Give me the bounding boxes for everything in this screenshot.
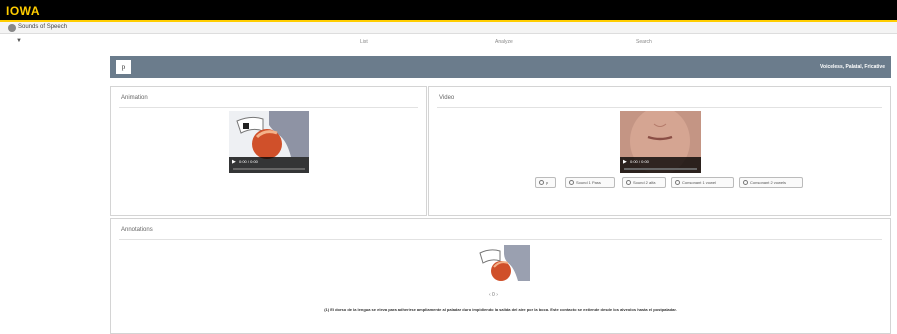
panel-divider <box>437 107 882 108</box>
panel-title-video: Video <box>439 95 455 101</box>
annotation-pager[interactable]: ‹ 0 › <box>489 292 498 298</box>
panel-divider <box>119 107 418 108</box>
player-controls: ▶ 0:00 / 0:00 <box>229 157 309 173</box>
app-logo-icon[interactable] <box>8 24 16 32</box>
annotations-panel: Annotations ‹ 0 › (1) El dorso de la len… <box>110 218 891 334</box>
audio-icon <box>626 180 631 186</box>
example-button[interactable]: Consonant 1 vowel <box>671 177 734 188</box>
sound-description: Voiceless, Palatal, Fricative <box>820 64 885 70</box>
nav-item-analyze[interactable]: Analyze <box>495 39 513 45</box>
panel-title-animation: Animation <box>121 95 148 101</box>
app-bar: Sounds of Speech <box>0 22 897 34</box>
video-panel: Video ▶ 0:00 / 0:00 p Sound 1 Pass Sound… <box>428 86 891 216</box>
player-controls: ▶ 0:00 / 0:00 <box>620 157 701 173</box>
example-button[interactable]: Sound 1 Pass <box>565 177 615 188</box>
sound-header: p Voiceless, Palatal, Fricative <box>110 56 891 78</box>
speaker-video-player[interactable]: ▶ 0:00 / 0:00 <box>620 111 701 173</box>
audio-icon <box>743 180 748 186</box>
nav-item-search[interactable]: Search <box>636 39 652 45</box>
player-time: 0:00 / 0:00 <box>239 159 258 164</box>
example-button[interactable]: Sound 2 alfa <box>622 177 666 188</box>
play-icon[interactable]: ▶ <box>623 159 627 165</box>
iowa-logo[interactable]: IOWA <box>6 4 40 18</box>
app-name[interactable]: Sounds of Speech <box>18 24 67 30</box>
panel-divider <box>119 239 882 240</box>
annotation-diagram <box>474 245 530 291</box>
example-button[interactable]: Consonant 2 vowels <box>739 177 803 188</box>
main-nav: ▼ List Analyze Search <box>0 36 897 48</box>
audio-icon <box>569 180 574 186</box>
animation-video-player[interactable]: ▶ 0:00 / 0:00 <box>229 111 309 173</box>
university-top-bar: IOWA <box>0 0 897 20</box>
audio-icon <box>675 180 680 186</box>
player-progress-bar[interactable] <box>624 168 697 170</box>
sound-symbol: p <box>116 60 131 74</box>
vocal-tract-diagram <box>474 245 530 291</box>
nav-item-list[interactable]: List <box>360 39 368 45</box>
animation-panel: Animation ▶ 0:00 / 0:00 <box>110 86 427 216</box>
example-button[interactable]: p <box>535 177 556 188</box>
player-progress-bar[interactable] <box>233 168 305 170</box>
annotation-caption: (1) El dorso de la lengua se eleva para … <box>324 307 677 312</box>
menu-caret-icon[interactable]: ▼ <box>16 38 22 44</box>
player-time: 0:00 / 0:00 <box>630 159 649 164</box>
panel-title-annotations: Annotations <box>121 227 153 233</box>
audio-icon <box>539 180 544 186</box>
play-icon[interactable]: ▶ <box>232 159 236 165</box>
